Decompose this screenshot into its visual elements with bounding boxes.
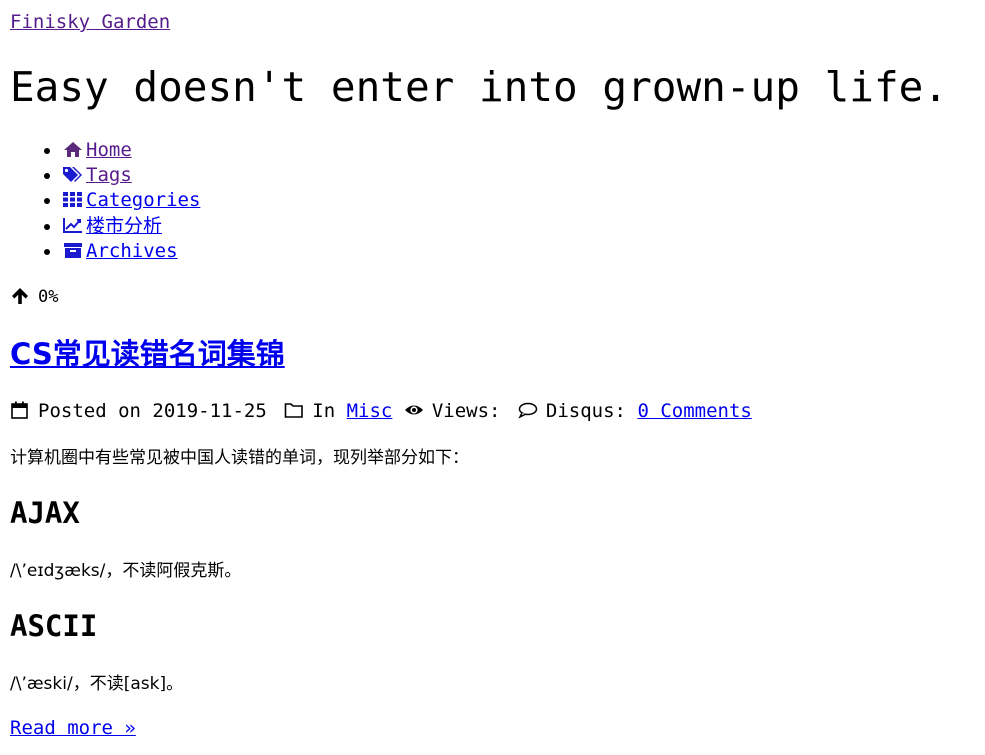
progress-value: 0% [38,287,59,307]
menu-link-categories[interactable]: Categories [86,189,200,211]
menu-link-tags[interactable]: Tags [86,164,132,186]
post-title: CS常见读错名词集锦 [10,334,285,374]
line-chart-icon [62,216,84,234]
grid-icon [62,190,84,208]
calendar-icon [10,401,30,419]
eye-icon [404,401,424,419]
archive-icon [62,241,84,259]
post-date: 2019-11-25 [152,400,267,422]
menu-item-tags: Tags [62,163,200,188]
menu-item-housing: 楼市分析 [62,214,200,239]
folder-icon [284,401,304,419]
section-text: /\’æski/，不读[ask]。 [10,674,184,694]
views-label: Views: [431,400,501,422]
site-name-link[interactable]: Finisky Garden [10,10,170,34]
comment-icon [518,401,538,419]
disqus-label: Disqus: [545,400,626,422]
home-icon [62,140,84,158]
post-intro: 计算机圈中有些常见被中国人读错的单词，现列举部分如下： [10,448,469,468]
tags-icon [62,165,84,183]
comments-link[interactable]: 0 Comments [637,400,751,422]
section-text: /\’eɪdʒæks/，不读阿假克斯。 [10,561,242,581]
reading-progress[interactable]: 0% [10,286,58,308]
main-menu: Home Tags Categories 楼市分析 Archives [10,138,200,264]
menu-link-housing[interactable]: 楼市分析 [86,215,162,237]
menu-item-categories: Categories [62,188,200,213]
section-heading: AJAX [10,496,80,530]
menu-item-home: Home [62,138,200,163]
posted-label: Posted on [38,400,141,422]
menu-link-archives[interactable]: Archives [86,240,178,262]
section-heading: ASCII [10,609,98,643]
arrow-up-icon [10,287,30,305]
read-more-link[interactable]: Read more » [10,715,136,741]
site-subtitle: Easy doesn't enter into grown-up life. [10,63,948,111]
menu-link-home[interactable]: Home [86,139,132,161]
post-meta: Posted on 2019-11-25 In Misc Views: Disq… [10,398,752,424]
in-label: In [312,400,336,422]
category-link[interactable]: Misc [347,400,393,422]
post-title-link[interactable]: CS常见读错名词集锦 [10,337,285,371]
menu-item-archives: Archives [62,239,200,264]
